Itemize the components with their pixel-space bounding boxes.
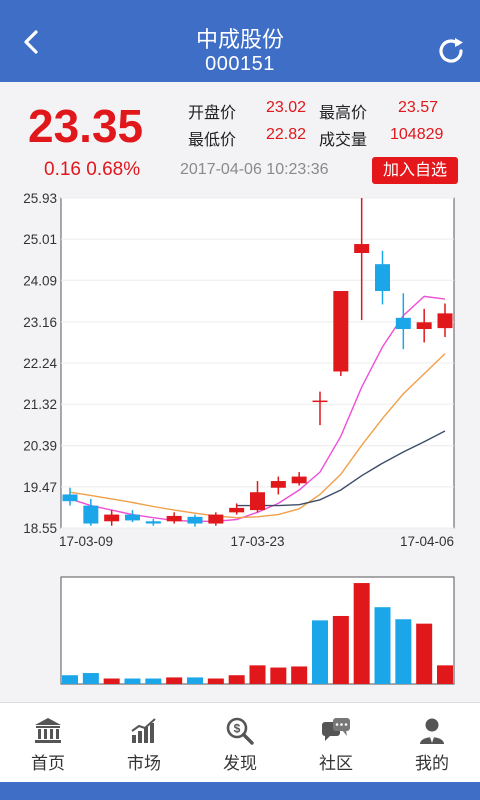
stock-name: 中成股份: [195, 27, 284, 52]
quote-panel: 23.35 0.16 0.68% 开盘价 23.02 最高价 23.57 最低价…: [0, 82, 480, 190]
x-tick-label: 17-04-06: [400, 534, 454, 549]
refresh-button[interactable]: [434, 34, 468, 68]
y-tick-label: 20.39: [23, 439, 57, 454]
volume-bar: [166, 677, 183, 684]
candle-body: [333, 291, 349, 372]
y-tick-label: 19.47: [23, 480, 57, 495]
open-value: 23.02: [266, 99, 307, 116]
tab-market[interactable]: 市场: [96, 703, 192, 783]
volume-bar: [353, 583, 370, 684]
refresh-icon: [439, 38, 463, 63]
add-watchlist-button[interactable]: 加入自选: [372, 157, 458, 184]
volume-value: 104829: [390, 126, 444, 143]
tab-label: 发现: [223, 754, 257, 773]
user-icon: [420, 718, 444, 744]
quote-timestamp: 2017-04-06 10:23:36: [180, 161, 329, 178]
bar-chart-icon: [131, 718, 156, 743]
volume-bar: [416, 623, 433, 684]
candle-body: [416, 322, 432, 330]
y-tick-label: 21.32: [23, 397, 57, 412]
title-bar: 中成股份 000151: [0, 0, 480, 82]
tab-mine[interactable]: 我的: [384, 703, 480, 783]
candle-body: [270, 481, 286, 488]
volume-bar: [207, 678, 224, 684]
y-tick-label: 25.93: [23, 191, 57, 206]
volume-bar: [228, 675, 245, 684]
volume-bar: [270, 667, 287, 684]
candle-body: [395, 317, 411, 330]
volume-bar: [145, 678, 162, 684]
volume-bar: [312, 620, 328, 684]
volume-bar: [395, 619, 412, 684]
open-label: 开盘价: [188, 105, 237, 122]
volume-bar: [374, 607, 391, 684]
svg-text:$: $: [234, 722, 241, 736]
volume-label: 成交量: [319, 132, 368, 149]
volume-bar: [187, 677, 203, 684]
y-tick-label: 24.09: [23, 273, 57, 288]
tab-discover[interactable]: $ 发现: [192, 703, 288, 783]
candle-body: [250, 492, 265, 511]
volume-bar: [249, 665, 266, 684]
candle-body: [208, 514, 224, 524]
high-value: 23.57: [398, 99, 439, 116]
tab-community[interactable]: 社区: [288, 703, 384, 783]
current-price: 23.35: [28, 100, 144, 152]
volume-bar: [103, 678, 120, 684]
tab-label: 我的: [415, 754, 449, 773]
candle-body: [104, 514, 120, 522]
candle-body: [312, 400, 328, 403]
candle-body: [375, 264, 390, 292]
candle-body: [62, 494, 78, 502]
candle-body: [145, 521, 161, 524]
volume-bar: [124, 678, 141, 684]
y-tick-label: 25.01: [23, 232, 57, 247]
tab-home[interactable]: 首页: [0, 703, 96, 783]
candle-body: [166, 515, 182, 522]
y-tick-label: 23.16: [23, 315, 57, 330]
kline-chart[interactable]: 25.93 25.01 24.09 23.16 22.24 21.32 20.39 19.47…: [0, 190, 480, 702]
candle-body: [437, 313, 453, 329]
high-label: 最高价: [319, 105, 368, 122]
candle-body: [187, 516, 203, 524]
price-change: 0.16 0.68%: [44, 159, 141, 180]
volume-bar: [437, 665, 453, 684]
candle-body: [354, 244, 370, 253]
chart-area: 25.93 25.01 24.09 23.16 22.24 21.32 20.39 19.47…: [0, 190, 480, 702]
y-tick-label: 18.55: [23, 521, 57, 536]
candle-body: [229, 507, 245, 513]
bottom-accent-strip: [0, 782, 480, 800]
candle-body: [125, 514, 140, 521]
tab-label: 市场: [127, 754, 161, 773]
chat-bubbles-icon: [322, 718, 350, 741]
tab-label: 首页: [31, 754, 65, 773]
volume-bar: [62, 675, 78, 684]
volume-bar: [291, 666, 308, 684]
candle-body: [291, 476, 307, 484]
x-tick-label: 17-03-23: [230, 534, 284, 549]
app-root: 中成股份 000151 23.35 0.16 0.68% 开盘价 23.02 最…: [0, 0, 480, 800]
tab-label: 社区: [319, 754, 353, 773]
low-label: 最低价: [188, 132, 237, 149]
low-value: 22.82: [266, 126, 307, 143]
bank-icon: [35, 718, 61, 743]
volume-bar: [82, 673, 99, 684]
stock-code: 000151: [205, 53, 275, 75]
magnifier-dollar-icon: $: [226, 717, 254, 745]
volume-bar: [332, 615, 349, 684]
x-tick-label: 17-03-09: [59, 534, 113, 549]
bottom-tab-bar: 首页 市场 $ 发现 社区 我的: [0, 702, 480, 782]
y-tick-label: 22.24: [23, 356, 57, 371]
candle-body: [83, 505, 99, 524]
